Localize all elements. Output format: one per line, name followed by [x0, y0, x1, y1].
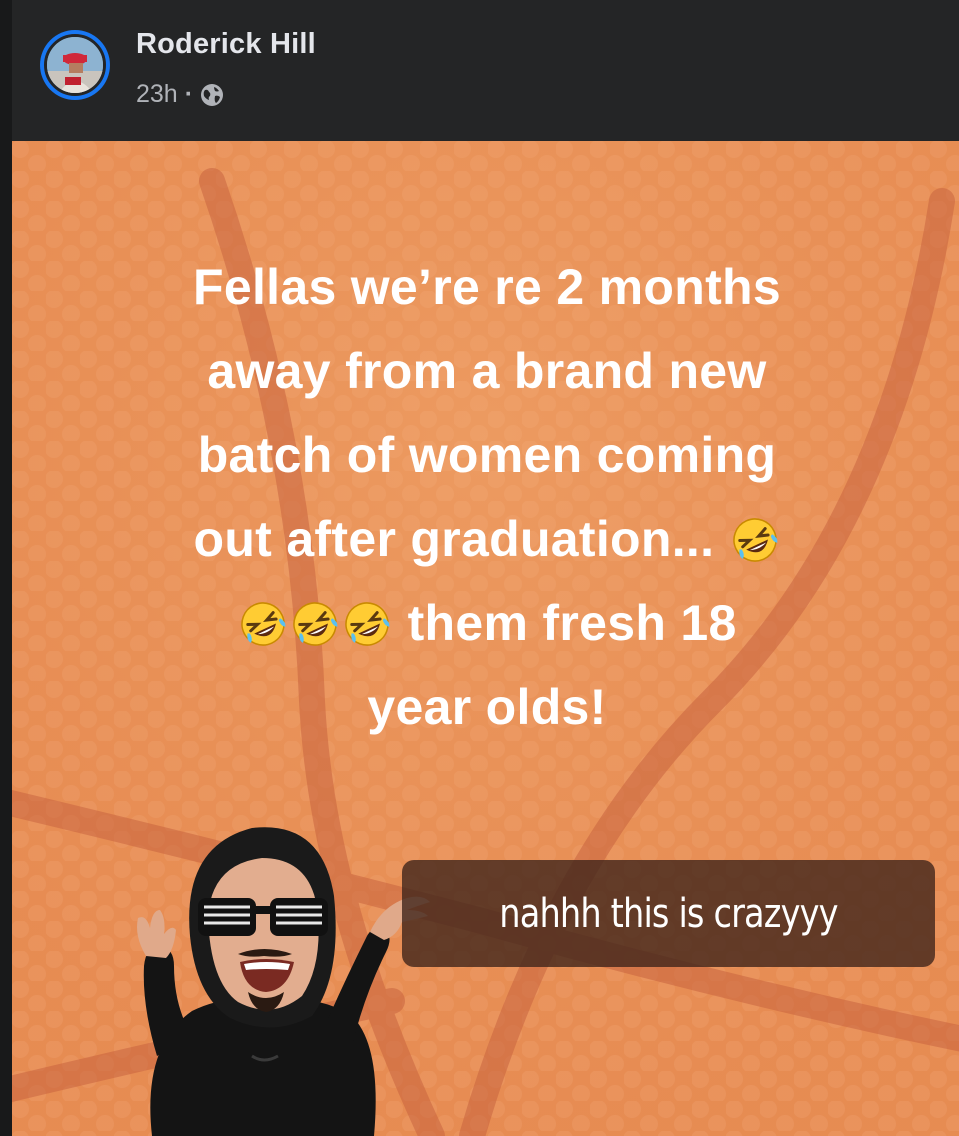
- rolling-laughing-emoji-icon: [241, 602, 286, 646]
- caption-sticker[interactable]: nahhh this is crazyyy: [402, 860, 935, 967]
- post-time[interactable]: 23h: [136, 80, 178, 109]
- story-text: Fellas we’re re 2 months away from a bra…: [72, 245, 902, 749]
- rolling-laughing-emoji-icon: [732, 518, 777, 562]
- avatar-photo: [44, 34, 106, 96]
- story-line-4-wrap: out after graduation...: [72, 497, 902, 581]
- rolling-laughing-emoji-icon: [345, 602, 390, 646]
- story-line-5-wrap: them fresh 18: [72, 581, 902, 665]
- facebook-post: Roderick Hill 23h · Fellas we’re re 2 mo…: [0, 0, 959, 1136]
- story-line-6: year olds!: [367, 679, 607, 735]
- story-line-1: Fellas we’re re 2 months: [193, 259, 781, 315]
- story-line-3: batch of women coming: [197, 427, 777, 483]
- post-meta: 23h ·: [136, 80, 224, 109]
- story-background: Fellas we’re re 2 months away from a bra…: [12, 141, 959, 1136]
- avatar-image: [47, 37, 103, 93]
- story-line-5: them fresh 18: [407, 595, 737, 651]
- meta-separator: ·: [184, 80, 194, 108]
- author-avatar[interactable]: [40, 30, 110, 100]
- rolling-laughing-emoji-icon: [293, 602, 338, 646]
- left-border: [0, 0, 12, 1136]
- story-line-4: out after graduation...: [193, 511, 715, 567]
- post-header: Roderick Hill 23h ·: [0, 0, 959, 141]
- story-line-2: away from a brand new: [207, 343, 767, 399]
- globe-icon[interactable]: [200, 83, 224, 107]
- bitmoji-sticker[interactable]: [112, 806, 442, 1136]
- author-name[interactable]: Roderick Hill: [136, 28, 316, 61]
- caption-text: nahhh this is crazyyy: [499, 890, 838, 937]
